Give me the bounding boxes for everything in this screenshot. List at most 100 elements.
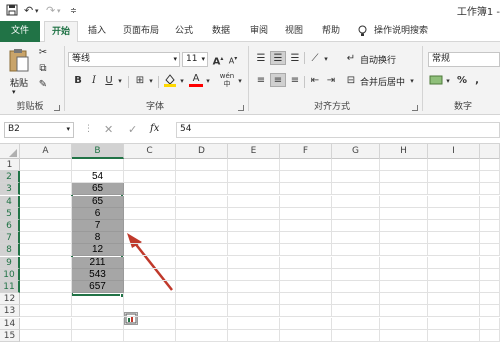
cell-a14[interactable] bbox=[20, 317, 72, 330]
paste-dropdown-icon[interactable]: ▾ bbox=[12, 88, 16, 96]
cell-h4[interactable] bbox=[380, 195, 428, 208]
cell-f1[interactable] bbox=[280, 159, 332, 171]
select-all-corner[interactable] bbox=[0, 144, 20, 159]
cell-f11[interactable] bbox=[280, 281, 332, 293]
cell-i8[interactable] bbox=[428, 244, 480, 257]
cell-a9[interactable] bbox=[20, 256, 72, 269]
cell-g14[interactable] bbox=[332, 317, 380, 330]
cell-b12[interactable] bbox=[72, 293, 124, 306]
row-header-8[interactable]: 8 bbox=[0, 244, 20, 257]
cell-next9[interactable] bbox=[480, 256, 500, 269]
cell-h5[interactable] bbox=[380, 207, 428, 220]
row-header-13[interactable]: 13 bbox=[0, 305, 20, 318]
cell-f10[interactable] bbox=[280, 268, 332, 281]
merge-dropdown-icon[interactable]: ▾ bbox=[408, 74, 416, 88]
cell-a1[interactable] bbox=[20, 159, 72, 171]
cell-h12[interactable] bbox=[380, 293, 428, 306]
cell-i13[interactable] bbox=[428, 305, 480, 318]
cell-f6[interactable] bbox=[280, 220, 332, 232]
cell-i9[interactable] bbox=[428, 256, 480, 269]
cell-d4[interactable] bbox=[176, 195, 228, 208]
cell-d12[interactable] bbox=[176, 293, 228, 306]
comma-style-button[interactable]: , bbox=[472, 74, 482, 88]
alignment-launcher-icon[interactable] bbox=[412, 105, 418, 111]
paste-icon[interactable] bbox=[8, 48, 30, 74]
column-header-a[interactable]: A bbox=[20, 144, 72, 159]
cell-h14[interactable] bbox=[380, 317, 428, 330]
cell-i14[interactable] bbox=[428, 317, 480, 330]
accounting-dropdown-icon[interactable]: ▾ bbox=[444, 74, 452, 88]
save-icon[interactable] bbox=[6, 4, 18, 19]
undo-icon[interactable]: ↶ bbox=[24, 4, 33, 17]
cell-next6[interactable] bbox=[480, 220, 500, 232]
cell-b15[interactable] bbox=[72, 329, 124, 342]
cell-i1[interactable] bbox=[428, 159, 480, 171]
cell-f13[interactable] bbox=[280, 305, 332, 318]
tab-file[interactable]: 文件 bbox=[0, 21, 40, 42]
cell-a5[interactable] bbox=[20, 207, 72, 220]
cell-e5[interactable] bbox=[228, 207, 280, 220]
cell-g3[interactable] bbox=[332, 183, 380, 196]
cell-b1[interactable] bbox=[72, 159, 124, 171]
phonetic-icon[interactable]: wén 中 bbox=[218, 72, 236, 88]
column-header-h[interactable]: H bbox=[380, 144, 428, 159]
font-size-select[interactable]: 11 ▾ bbox=[182, 52, 208, 67]
cell-b3[interactable]: 65 bbox=[72, 183, 124, 196]
underline-dropdown-icon[interactable]: ▾ bbox=[116, 74, 124, 88]
decrease-font-button[interactable]: A▾ bbox=[227, 52, 239, 66]
cell-f14[interactable] bbox=[280, 317, 332, 330]
cell-next11[interactable] bbox=[480, 281, 500, 293]
cell-b5[interactable]: 6 bbox=[72, 207, 124, 220]
cell-a3[interactable] bbox=[20, 183, 72, 196]
cell-e12[interactable] bbox=[228, 293, 280, 306]
cancel-icon[interactable]: ✕ bbox=[104, 123, 113, 136]
cell-next14[interactable] bbox=[480, 317, 500, 330]
cell-b7[interactable]: 8 bbox=[72, 232, 124, 245]
bold-button[interactable]: B bbox=[72, 74, 84, 88]
cell-c8[interactable] bbox=[124, 244, 176, 257]
cell-d8[interactable] bbox=[176, 244, 228, 257]
number-format-select[interactable]: 常规 bbox=[428, 52, 500, 67]
cell-h11[interactable] bbox=[380, 281, 428, 293]
cell-a2[interactable] bbox=[20, 171, 72, 184]
row-header-6[interactable]: 6 bbox=[0, 220, 20, 232]
align-middle-icon[interactable]: ☰ bbox=[270, 51, 286, 65]
align-right-icon[interactable]: ≡ bbox=[288, 74, 302, 88]
cell-e4[interactable] bbox=[228, 195, 280, 208]
cell-e14[interactable] bbox=[228, 317, 280, 330]
cell-h6[interactable] bbox=[380, 220, 428, 232]
cell-h1[interactable] bbox=[380, 159, 428, 171]
cell-b6[interactable]: 7 bbox=[72, 220, 124, 232]
cell-next15[interactable] bbox=[480, 329, 500, 342]
row-header-2[interactable]: 2 bbox=[0, 171, 20, 184]
fill-color-dropdown-icon[interactable]: ▾ bbox=[178, 74, 186, 88]
cell-g4[interactable] bbox=[332, 195, 380, 208]
increase-font-button[interactable]: A▴ bbox=[212, 52, 224, 67]
cell-b9[interactable]: 211 bbox=[72, 256, 124, 269]
row-header-5[interactable]: 5 bbox=[0, 207, 20, 220]
cell-c1[interactable] bbox=[124, 159, 176, 171]
cell-d14[interactable] bbox=[176, 317, 228, 330]
phonetic-dropdown-icon[interactable]: ▾ bbox=[236, 74, 244, 88]
cell-d2[interactable] bbox=[176, 171, 228, 184]
more-options-icon[interactable]: ⋮ bbox=[84, 124, 93, 134]
tab-help[interactable]: 帮助 bbox=[316, 21, 346, 42]
worksheet-grid[interactable]: A B C D E F G H I 1 2 54 3 65 4 65 5 6 6 7 7 8 8 12 9 21… bbox=[0, 144, 500, 351]
cell-h8[interactable] bbox=[380, 244, 428, 257]
percent-style-button[interactable]: % bbox=[456, 74, 468, 88]
merge-center-button[interactable]: 合并后居中 bbox=[360, 75, 405, 88]
cell-c7[interactable] bbox=[124, 232, 176, 245]
cell-c5[interactable] bbox=[124, 207, 176, 220]
cell-next1[interactable] bbox=[480, 159, 500, 171]
insert-function-button[interactable]: fx bbox=[150, 123, 159, 134]
cell-g5[interactable] bbox=[332, 207, 380, 220]
cell-g6[interactable] bbox=[332, 220, 380, 232]
tab-page-layout[interactable]: 页面布局 bbox=[118, 21, 164, 42]
cell-a10[interactable] bbox=[20, 268, 72, 281]
cell-f15[interactable] bbox=[280, 329, 332, 342]
underline-button[interactable]: U bbox=[103, 74, 115, 88]
cell-c2[interactable] bbox=[124, 171, 176, 184]
cell-g12[interactable] bbox=[332, 293, 380, 306]
cell-e6[interactable] bbox=[228, 220, 280, 232]
cell-next2[interactable] bbox=[480, 171, 500, 184]
